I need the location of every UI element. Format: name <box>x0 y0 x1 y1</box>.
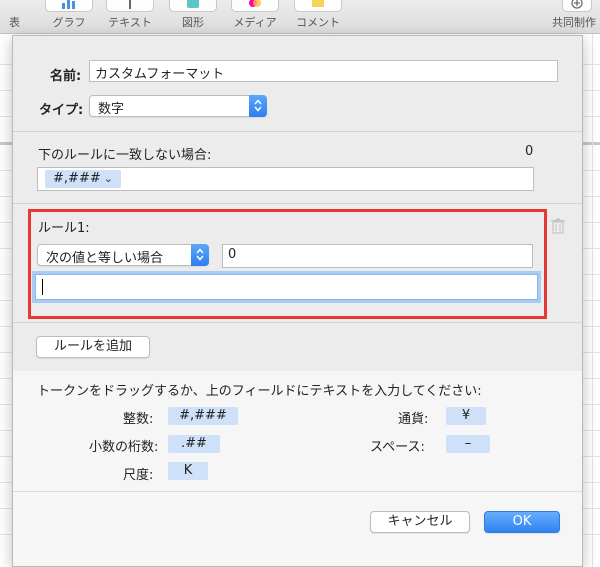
app-toolbar: 表 グラフ テキスト 図形 メディア コメント 共同制作 <box>0 0 600 34</box>
token-panel <box>13 371 582 566</box>
name-label: 名前: <box>50 69 82 84</box>
toolbar-table-label: 表 <box>9 16 20 29</box>
text-icon <box>106 0 154 12</box>
currency-token[interactable]: ¥ <box>446 407 486 425</box>
popup-arrows-icon <box>249 95 267 117</box>
type-label: タイプ: <box>39 103 84 118</box>
shape-icon <box>169 0 217 12</box>
chart-icon <box>45 0 93 12</box>
space-token[interactable]: – <box>446 435 490 453</box>
toolbar-collaborate[interactable]: 共同制作 <box>552 0 600 34</box>
decimal-places-token-label: 小数の桁数: <box>89 440 159 455</box>
toolbar-shape-label: 図形 <box>182 16 204 29</box>
type-popup[interactable]: 数字 <box>89 95 267 117</box>
toolbar-text[interactable]: テキスト <box>103 0 157 34</box>
cancel-button[interactable]: キャンセル <box>370 511 470 533</box>
media-icon <box>231 0 279 12</box>
integer-token-chip-label: #,### <box>53 171 101 186</box>
add-rule-button[interactable]: ルールを追加 <box>36 336 150 358</box>
chevron-down-icon: ⌄ <box>103 172 113 185</box>
scale-token-label: 尺度: <box>123 468 154 483</box>
space-token-label: スペース: <box>370 440 425 455</box>
toolbar-chart[interactable]: グラフ <box>44 0 94 34</box>
trash-icon[interactable] <box>550 218 566 238</box>
ok-button[interactable]: OK <box>484 511 560 533</box>
default-rule-label: 下のルールに一致しない場合: <box>38 148 212 163</box>
collaborate-icon <box>562 0 592 12</box>
toolbar-shape[interactable]: 図形 <box>168 0 218 34</box>
toolbar-media-label: メディア <box>233 16 277 29</box>
default-format-field[interactable]: #,### ⌄ <box>37 167 534 191</box>
default-rule-count: 0 <box>525 144 534 159</box>
toolbar-table[interactable]: 表 <box>0 0 20 34</box>
type-popup-value: 数字 <box>98 102 125 117</box>
integer-token[interactable]: #,### <box>168 407 238 425</box>
rule-highlight-frame <box>28 209 547 319</box>
toolbar-comment[interactable]: コメント <box>290 0 346 34</box>
toolbar-text-label: テキスト <box>108 16 152 29</box>
name-field[interactable]: カスタムフォーマット <box>89 60 558 82</box>
currency-token-label: 通貨: <box>398 412 429 427</box>
toolbar-comment-label: コメント <box>296 16 340 29</box>
integer-token-label: 整数: <box>123 412 154 427</box>
custom-format-dialog: 名前: カスタムフォーマット タイプ: 数字 下のルールに一致しない場合: 0 … <box>12 35 583 567</box>
decimal-places-token[interactable]: .## <box>168 435 220 453</box>
scale-token[interactable]: K <box>168 462 208 480</box>
toolbar-collaborate-label: 共同制作 <box>552 16 596 29</box>
comment-icon <box>294 0 342 12</box>
toolbar-media[interactable]: メディア <box>228 0 282 34</box>
integer-token-chip[interactable]: #,### ⌄ <box>45 170 121 188</box>
tokens-instruction: トークンをドラッグするか、上のフィールドにテキストを入力してください: <box>37 384 482 399</box>
toolbar-chart-label: グラフ <box>52 16 86 29</box>
